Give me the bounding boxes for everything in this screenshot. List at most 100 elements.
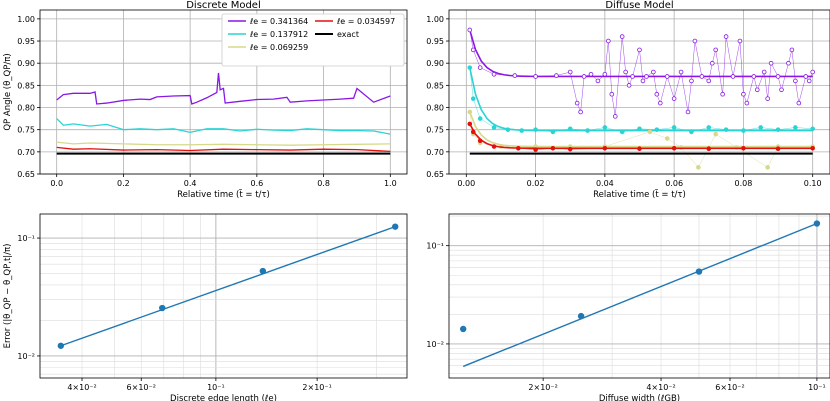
data-point: [706, 125, 712, 130]
data-point: [477, 65, 483, 70]
y-tick-label: 10⁻²: [426, 340, 444, 349]
y-tick-label: 0.65: [17, 170, 35, 179]
chart-title: Discrete Model: [186, 0, 261, 11]
data-point: [619, 129, 625, 135]
series-line-1: [56, 118, 391, 135]
data-point: [550, 129, 556, 135]
data-point: [786, 60, 791, 66]
y-tick-label: 0.90: [426, 59, 444, 68]
data-point: [619, 34, 625, 39]
x-tick-label: 4×10⁻²: [67, 383, 96, 392]
data-point: [467, 121, 473, 127]
data-point: [578, 109, 583, 115]
data-point: [664, 136, 670, 141]
data-point: [678, 69, 684, 75]
x-tick-label: 0.6: [250, 179, 263, 188]
data-point: [761, 69, 767, 75]
axes-2: 4×10⁻² 6×10⁻² 10⁻¹ 2×10⁻¹ 10⁻² 10⁻¹ Discrete e…: [3, 213, 408, 401]
data-point: [813, 220, 821, 227]
data-point: [519, 128, 525, 133]
data-point: [793, 125, 798, 130]
y-tick-label: 0.80: [17, 104, 35, 113]
data-point: [567, 69, 573, 75]
x-tick-label: 0.8: [317, 179, 330, 188]
data-point: [630, 74, 635, 79]
data-point: [588, 71, 594, 77]
legend-label: ℓe = 0.137912: [249, 30, 308, 39]
data-point: [796, 100, 802, 106]
data-point: [467, 109, 473, 115]
data-point: [803, 74, 809, 79]
fit-curve-0: [469, 29, 813, 78]
data-point: [467, 27, 473, 33]
data-point: [775, 146, 781, 152]
fit-line: [60, 225, 396, 347]
axes-1: 0.00 0.02 0.04 0.06 0.08 0.10 0.65 0.70 0.75 0.80…: [426, 0, 830, 200]
data-point: [654, 127, 660, 132]
grid: [39, 214, 407, 378]
y-tick-label: 1.00: [17, 15, 35, 24]
data-trace-0: [469, 29, 813, 117]
y-tick-label: 0.70: [426, 148, 444, 157]
data-point: [477, 116, 483, 121]
data-point: [741, 145, 746, 151]
data-point: [779, 87, 784, 93]
y-tick-label: 0.75: [17, 126, 35, 135]
data-point: [654, 91, 660, 97]
data-point: [533, 74, 538, 79]
legend-label: ℓe = 0.034597: [336, 17, 395, 26]
data-point: [810, 69, 815, 75]
x-tick-label: 2×10⁻²: [528, 383, 557, 392]
data-point: [470, 129, 476, 135]
data-point: [585, 128, 590, 133]
y-tick-label: 0.90: [17, 59, 35, 68]
data-point: [392, 223, 399, 230]
data-point: [709, 60, 715, 66]
data-point: [671, 145, 677, 151]
data-point: [259, 267, 267, 275]
data-point: [671, 96, 677, 101]
data-point: [758, 125, 764, 130]
data-point: [768, 60, 774, 66]
y-tick-label: 10⁻¹: [426, 242, 444, 251]
data-point: [602, 125, 608, 130]
data-point: [623, 69, 628, 75]
data-point: [491, 125, 497, 130]
y-tick-label: 10⁻¹: [17, 234, 35, 243]
data-point: [775, 74, 781, 79]
x-tick-label: 10⁻¹: [207, 383, 225, 392]
data-trace-2: [469, 111, 813, 168]
data-point: [647, 129, 653, 135]
data-point: [477, 138, 483, 144]
data-point: [609, 91, 615, 97]
y-axis-label: QP Angle (θ_QP/π): [3, 53, 13, 130]
x-tick-label: 0.2: [117, 179, 130, 188]
x-axis-label: Relative time (t̃ = t/τ): [593, 188, 686, 200]
y-tick-label: 0.85: [426, 81, 444, 90]
axes-3: 2×10⁻² 4×10⁻² 6×10⁻² 10⁻¹ 10⁻² 10⁻¹ Diffuse wi…: [426, 213, 830, 401]
x-tick-label: 0.0: [50, 179, 63, 188]
data-point: [467, 65, 473, 70]
data-point: [606, 38, 611, 44]
data-point: [595, 78, 601, 84]
data-point: [713, 131, 718, 137]
data-point: [664, 74, 670, 79]
data-point: [640, 78, 646, 84]
y-tick-label: 0.80: [426, 104, 444, 113]
x-tick-label: 1.0: [384, 179, 397, 188]
data-point: [637, 126, 642, 132]
data-point: [491, 71, 497, 77]
data-point: [689, 129, 694, 135]
data-point: [574, 100, 580, 106]
data-point: [754, 87, 760, 93]
legend-label: ℓe = 0.069259: [249, 43, 308, 52]
data-point: [685, 109, 691, 115]
data-point: [765, 165, 770, 170]
data-point: [737, 38, 743, 44]
data-point: [713, 47, 718, 53]
grid: [449, 214, 830, 378]
y-axis-label: Error (|θ_QP − θ_QP,t|/π): [3, 244, 13, 349]
y-tick-label: 0.75: [426, 126, 444, 135]
legend: ℓe = 0.341364 ℓe = 0.137912 ℓe = 0.069259 ℓ…: [221, 13, 405, 67]
data-point: [602, 145, 608, 151]
